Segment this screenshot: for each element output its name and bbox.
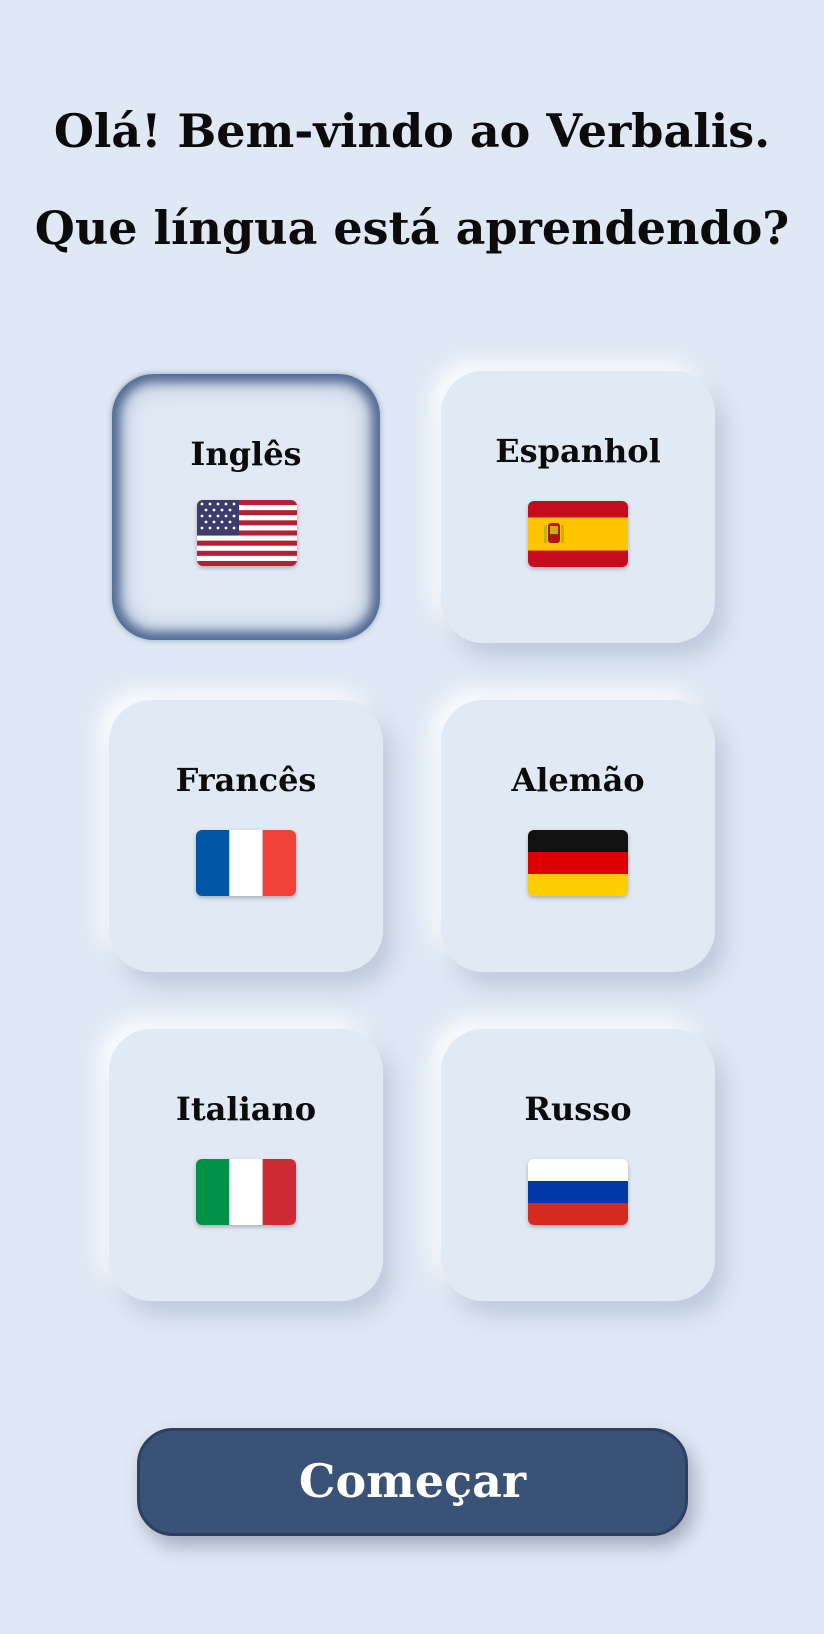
italy-flag-icon <box>196 1159 296 1225</box>
language-question: Que língua está aprendendo? <box>34 201 790 255</box>
welcome-title: Olá! Bem-vindo ao Verbalis. <box>53 104 771 158</box>
language-label: Francês <box>175 761 317 799</box>
france-flag-icon <box>196 830 296 896</box>
language-label: Espanhol <box>495 432 661 470</box>
language-card-french[interactable]: Francês <box>109 700 383 972</box>
germany-flag-icon <box>528 830 628 896</box>
spain-flag-icon <box>528 501 628 567</box>
language-card-german[interactable]: Alemão <box>441 700 715 972</box>
language-card-spanish[interactable]: Espanhol <box>441 371 715 643</box>
language-card-italian[interactable]: Italiano <box>109 1029 383 1301</box>
language-card-english[interactable]: Inglês <box>112 374 380 640</box>
language-label: Alemão <box>511 761 645 799</box>
us-flag-icon <box>197 500 297 566</box>
russia-flag-icon <box>528 1159 628 1225</box>
language-label: Inglês <box>190 435 302 473</box>
language-card-russian[interactable]: Russo <box>441 1029 715 1301</box>
start-button[interactable]: Começar <box>137 1428 688 1536</box>
language-label: Russo <box>524 1090 632 1128</box>
language-label: Italiano <box>175 1090 317 1128</box>
